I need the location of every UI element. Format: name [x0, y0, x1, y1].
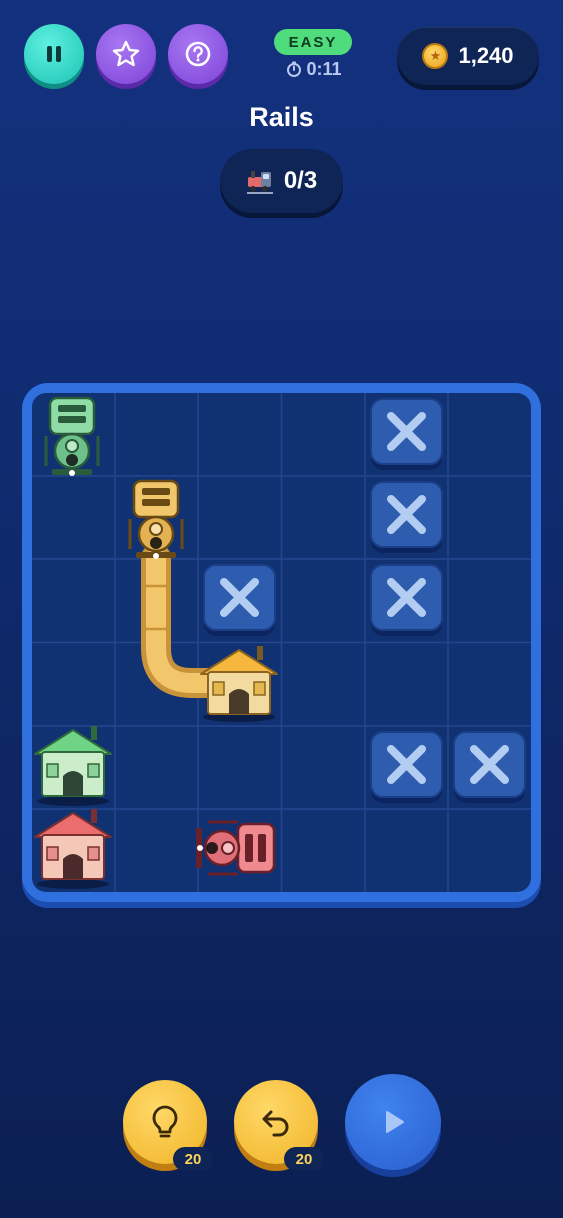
coin-balance[interactable]: ★ 1,240: [397, 27, 539, 85]
page-title: Rails: [249, 102, 314, 132]
hint-count-badge: 20: [173, 1147, 213, 1171]
blocked-cell: [370, 731, 443, 803]
lightbulb-icon: [152, 1105, 178, 1138]
stopwatch-icon: [287, 61, 302, 77]
green-train[interactable]: [44, 396, 100, 476]
difficulty-badge: EASY: [274, 29, 352, 55]
coin-icon: ★: [422, 43, 449, 69]
board-grid: [32, 393, 531, 892]
green-house: [34, 726, 112, 806]
blocked-cell: [203, 564, 276, 636]
play-button[interactable]: [345, 1074, 441, 1170]
yellow-track: [141, 543, 227, 698]
red-house: [34, 809, 112, 889]
blocked-cell: [370, 398, 443, 470]
blocked-cell: [370, 564, 443, 636]
play-icon: [386, 1111, 404, 1133]
red-train[interactable]: [196, 820, 276, 876]
timer: 0:11: [278, 58, 350, 80]
blocked-cell: [370, 481, 443, 553]
yellow-train[interactable]: [128, 479, 184, 559]
favorite-button[interactable]: [96, 24, 156, 84]
help-button[interactable]: [168, 24, 228, 84]
game-board[interactable]: [32, 393, 531, 892]
yellow-house: [200, 646, 278, 722]
timer-value: 0:11: [306, 58, 342, 79]
progress-value: 0/3: [283, 167, 318, 194]
pause-button[interactable]: [24, 24, 84, 84]
train-icon: [246, 171, 273, 194]
undo-count-badge: 20: [284, 1147, 324, 1171]
train-progress: 0/3: [220, 149, 343, 213]
star-icon: [112, 40, 140, 67]
question-icon: [185, 41, 211, 67]
blocked-cell: [453, 731, 526, 803]
coin-amount: 1,240: [458, 43, 514, 68]
undo-icon: [262, 1110, 289, 1137]
pause-icon: [47, 46, 61, 62]
